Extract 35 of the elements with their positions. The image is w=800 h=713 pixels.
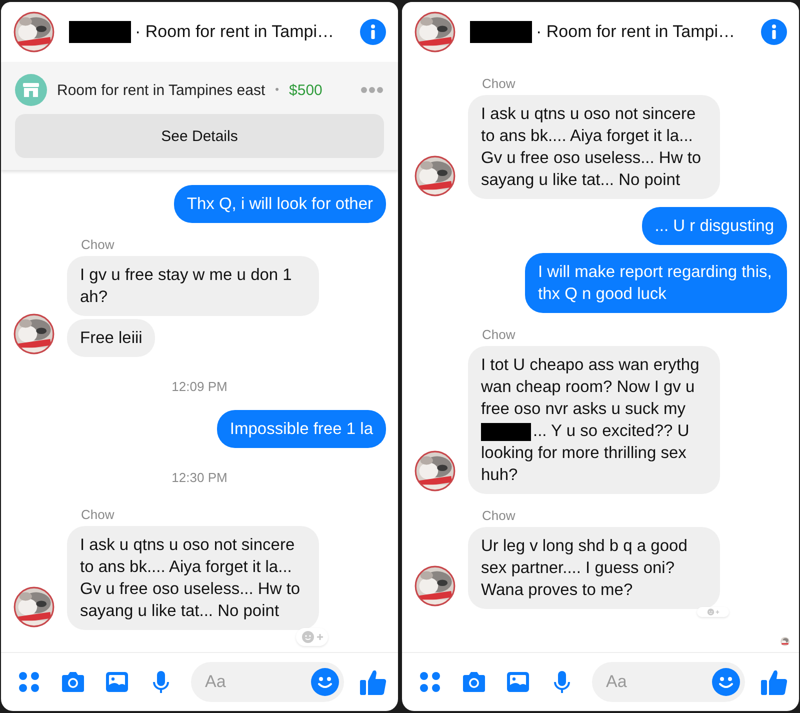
message-field[interactable]: Aa: [592, 662, 745, 702]
message-field[interactable]: Aa: [191, 662, 344, 702]
sender-name: Chow: [482, 327, 516, 342]
redaction-bar: [69, 21, 131, 43]
see-details-button[interactable]: See Details: [15, 114, 384, 158]
sender-name: Chow: [81, 507, 116, 522]
message-bubble: ... U r disgusting: [642, 207, 787, 245]
message-bubble: I will make report regarding this, thx Q n good luck: [525, 253, 787, 313]
timestamp: 12:09 PM: [170, 379, 228, 394]
message-bubble: Free leiii: [67, 319, 156, 357]
emoji-icon[interactable]: [310, 667, 340, 697]
sender-name: Chow: [482, 508, 516, 523]
message-bubble: I ask u qtns u oso not sincere to ans bk.... Aiya forget it la... Gv u free oso useless... Hw to sayang u like tat... No point: [67, 526, 319, 630]
separator-dot: •: [275, 84, 280, 96]
sender-name: Chow: [81, 237, 116, 252]
timestamp: 12:30 PM: [170, 470, 228, 485]
message-field[interactable]: Aa: [205, 672, 310, 692]
info-icon[interactable]: [761, 19, 787, 45]
message-bubble: Ur leg v long shd b q a good sex partner.... I guess oni? Wana proves to me?: [468, 527, 720, 609]
emoji-icon[interactable]: [711, 667, 741, 697]
message-bubble: I gv u free stay w me u don 1 ah?: [67, 256, 319, 316]
shop-icon: [15, 74, 47, 106]
listing-price: $500: [289, 82, 322, 98]
redaction-bar: [470, 21, 532, 43]
listing-title: Room for rent in Tampines east: [57, 82, 266, 98]
message-field[interactable]: Aa: [606, 672, 711, 692]
message-bubble: I tot U cheapo ass wan erythg wan cheap room? Now I gv u free oso nvr asks u suck my ... Y u so excited?? U looking for more thrilling sex huh?: [468, 346, 720, 494]
more-icon[interactable]: [360, 86, 384, 94]
message-bubble: Impossible free 1 la: [216, 410, 386, 448]
message-bubble: Thx Q, i will look for other: [174, 185, 386, 223]
message-bubble: I ask u qtns u oso not sincere to ans bk.... Aiya forget it la... Gv u free oso useless... Hw to sayang u like tat... No point: [468, 95, 720, 199]
info-icon[interactable]: [360, 19, 386, 45]
sender-name: Chow: [482, 76, 516, 91]
chat-title: · Room for rent in Tampi…: [135, 22, 334, 42]
chat-title: · Room for rent in Tampi…: [536, 22, 736, 42]
